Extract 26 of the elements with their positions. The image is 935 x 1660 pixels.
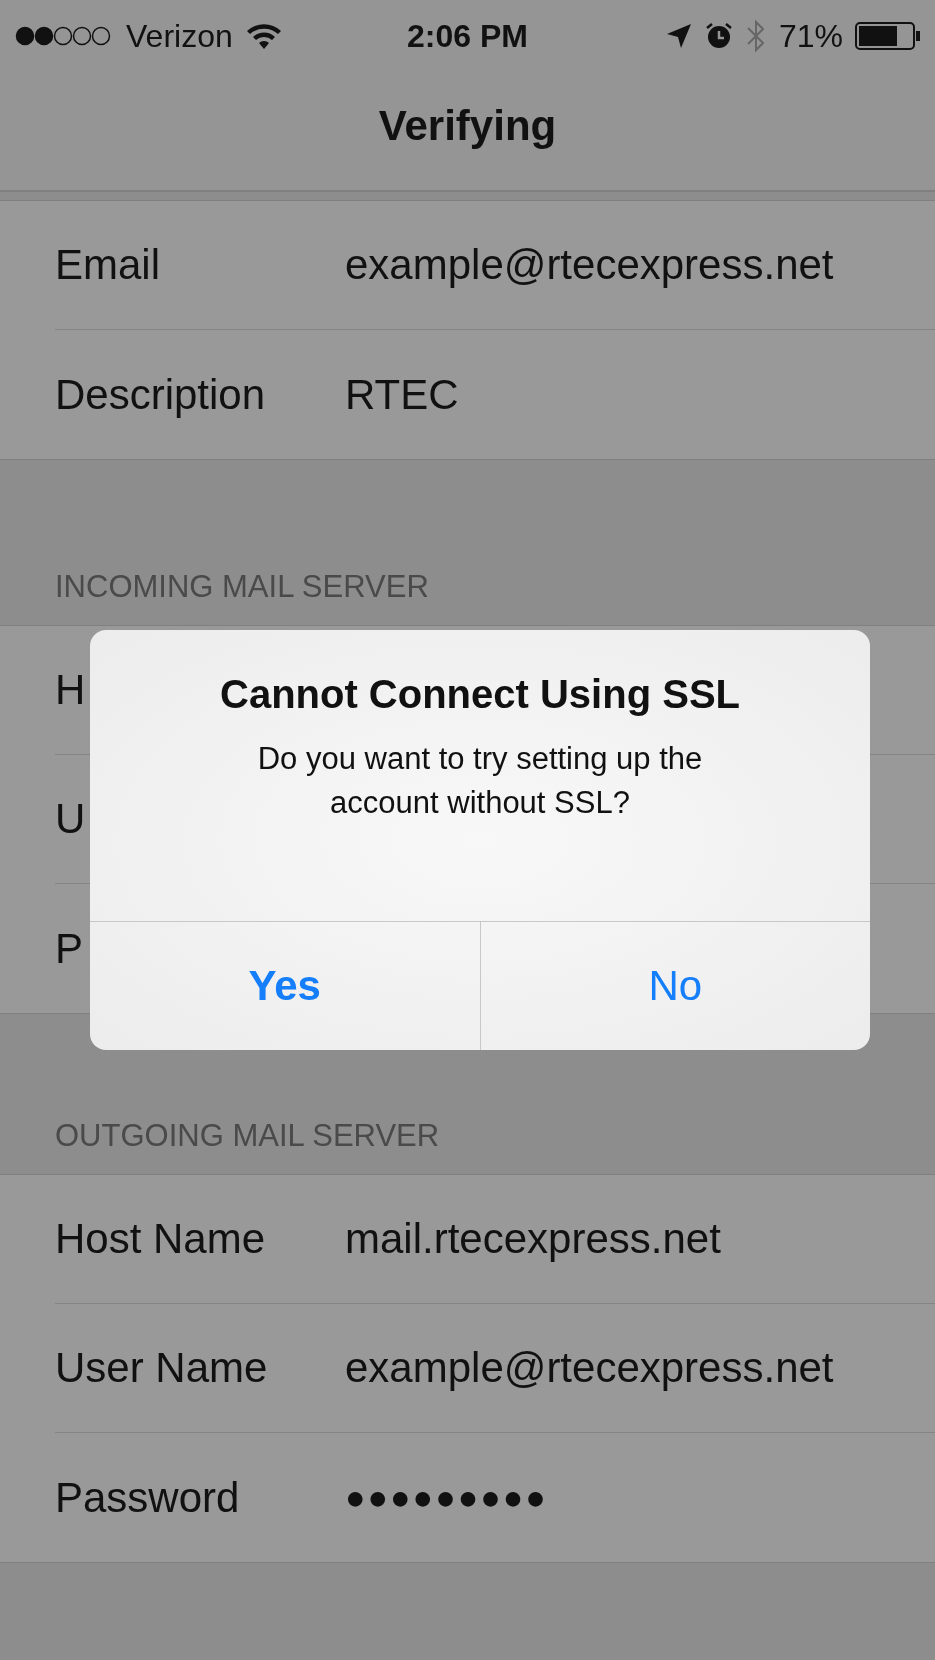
alert-title: Cannot Connect Using SSL (220, 672, 740, 717)
field-value[interactable]: mail.rtecexpress.net (345, 1215, 721, 1263)
field-label: Password (55, 1473, 240, 1522)
field-label: P (55, 924, 83, 973)
password-field[interactable]: ●●●●●●●●● (345, 1478, 548, 1517)
field-label: Description (55, 370, 266, 419)
carrier-name: Verizon (126, 17, 233, 55)
section-header: INCOMING MAIL SERVER (55, 569, 429, 605)
field-value[interactable]: RTEC (345, 370, 459, 419)
status-time: 2:06 PM (407, 17, 528, 55)
field-value[interactable]: example@rtecexpress.net (345, 241, 834, 289)
field-label: H (55, 666, 86, 714)
alarm-clock-icon (704, 22, 733, 50)
section-header: OUTGOING MAIL SERVER (55, 1118, 440, 1154)
alert-message: Do you want to try setting up the account without SSL? (256, 740, 704, 822)
field-label: Host Name (55, 1215, 266, 1263)
alert-button[interactable]: Yes (90, 922, 480, 1050)
field-label: User Name (55, 1344, 268, 1392)
alert-button[interactable]: No (479, 922, 870, 1050)
field-label: Email (55, 241, 161, 289)
battery-icon (855, 22, 921, 50)
battery-percentage: 71% (778, 17, 843, 55)
field-label: U (55, 795, 86, 843)
bluetooth-icon (744, 19, 767, 53)
field-value[interactable]: example@rtecexpress.net (345, 1344, 834, 1392)
nav-title: Verifying (377, 101, 558, 151)
